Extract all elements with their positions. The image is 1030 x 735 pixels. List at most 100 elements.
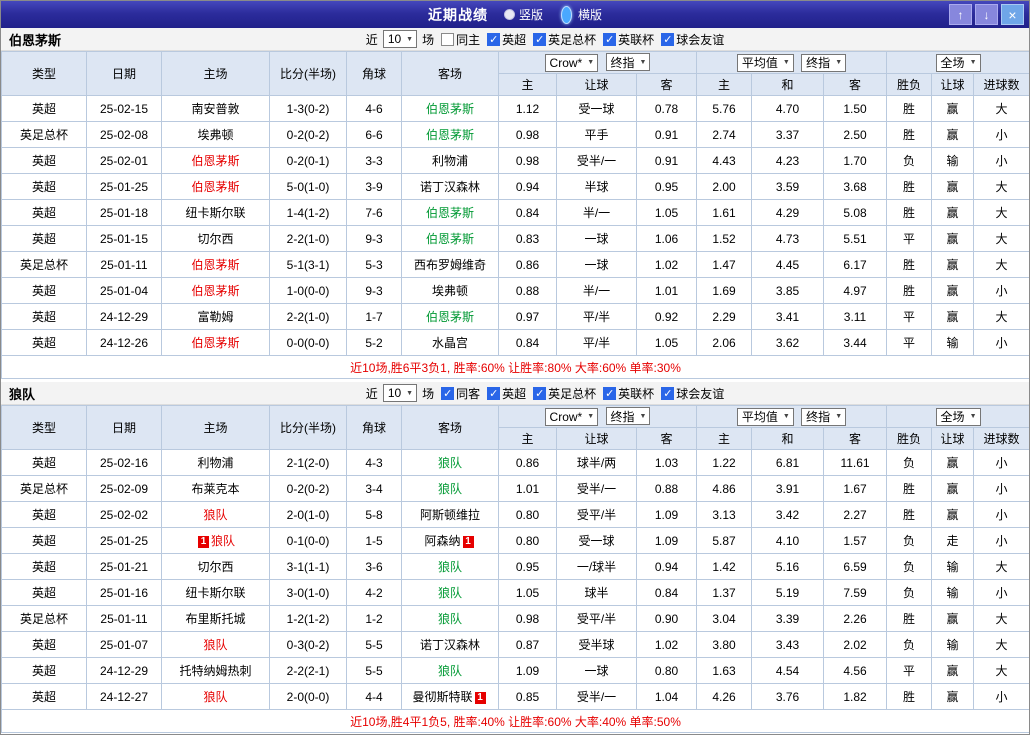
match-row: 英超 25-01-16 纽卡斯尔联 3-0(1-0) 4-2 狼队 1.05 球半 0.84 1.… xyxy=(1,579,1029,606)
layout-vertical-radio[interactable]: 竖版 xyxy=(503,6,543,23)
league-checkbox-league-cup[interactable]: 英联杯 xyxy=(603,31,654,48)
match-row: 英超 25-01-25 伯恩茅斯 5-0(1-0) 3-9 诺丁汉森林 0.94 半球 0.95… xyxy=(1,173,1029,200)
handicap-away-odds: 1.02 xyxy=(636,631,697,658)
score: 2-0(1-0) xyxy=(269,501,347,528)
result-handicap: 输 xyxy=(931,579,975,606)
avg-draw-odds: 3.76 xyxy=(751,683,824,710)
avg-home-odds: 1.47 xyxy=(696,251,752,278)
avg-draw-odds: 3.91 xyxy=(751,475,824,502)
scroll-down-button[interactable]: ↓ xyxy=(975,4,998,25)
handicap-line: 受半/一 xyxy=(556,475,637,502)
match-count-select[interactable]: 10 ▼ xyxy=(382,384,418,402)
avg-away-odds: 1.57 xyxy=(822,527,888,554)
checkbox-icon xyxy=(603,32,617,46)
matches-table: 类型 日期 主场 比分(半场) 角球 客场 Crow* ▼ 终指 ▼ 平均值 ▼ 终指… xyxy=(1,51,1029,379)
scope-select[interactable]: 全场 ▼ xyxy=(935,53,981,72)
score: 1-3(0-2) xyxy=(269,95,347,122)
home-team-cell: 托特纳姆热刺 xyxy=(161,657,270,684)
match-row: 英超 24-12-26 伯恩茅斯 0-0(0-0) 5-2 水晶宫 0.84 平/半 1.05 2… xyxy=(1,329,1029,356)
avg-away-odds: 4.56 xyxy=(822,657,888,684)
home-team-name: 埃弗顿 xyxy=(197,128,234,142)
league-checkbox-fa-cup[interactable]: 英足总杯 xyxy=(533,385,596,402)
handicap-line: 球半 xyxy=(556,579,637,606)
corners: 3-4 xyxy=(346,475,402,502)
away-team-cell: 伯恩茅斯 xyxy=(401,95,499,122)
league-checkbox-premier-league[interactable]: 英超 xyxy=(487,31,526,48)
result-goals: 小 xyxy=(973,121,1029,148)
handicap-away-odds: 0.80 xyxy=(636,657,697,684)
scope-select[interactable]: 全场 ▼ xyxy=(935,407,981,426)
result-handicap: 输 xyxy=(931,631,975,658)
corners: 4-4 xyxy=(346,683,402,710)
odds-index-select[interactable]: 终指 ▼ xyxy=(605,53,651,72)
chevron-down-icon: ▼ xyxy=(969,413,977,420)
result-wdl: 胜 xyxy=(886,95,933,122)
avg-index-select[interactable]: 终指 ▼ xyxy=(801,53,847,72)
avg-home-odds: 1.42 xyxy=(696,553,752,580)
handicap-odds-group: Crow* ▼ 终指 ▼ xyxy=(498,405,697,428)
handicap-away-odds: 0.90 xyxy=(636,605,697,632)
handicap-line: 受半/一 xyxy=(556,147,637,174)
col-handicap-result: 让球 xyxy=(931,73,975,96)
avg-odds-group: 平均值 ▼ 终指 ▼ xyxy=(695,51,888,74)
result-handicap: 赢 xyxy=(931,683,975,710)
result-handicap: 赢 xyxy=(931,173,975,200)
handicap-away-odds: 0.91 xyxy=(636,121,697,148)
avg-away-odds: 6.17 xyxy=(822,251,888,278)
scroll-up-button[interactable]: ↑ xyxy=(949,4,972,25)
col-corner: 角球 xyxy=(346,51,402,96)
result-wdl: 负 xyxy=(886,631,933,658)
away-team-name: 狼队 xyxy=(437,586,462,600)
col-score: 比分(半场) xyxy=(269,405,347,450)
avg-index-select[interactable]: 终指 ▼ xyxy=(801,407,847,426)
bookmaker-select[interactable]: Crow* ▼ xyxy=(544,53,599,72)
away-team-cell: 狼队 xyxy=(401,553,499,580)
home-team-cell: 伯恩茅斯 xyxy=(161,329,270,356)
away-team-cell: 狼队 xyxy=(401,475,499,502)
league-checkbox-friendly[interactable]: 球会友谊 xyxy=(661,385,724,402)
result-handicap: 赢 xyxy=(931,251,975,278)
layout-horizontal-radio[interactable]: 横版 xyxy=(559,5,603,24)
layout-horizontal-label: 横版 xyxy=(578,8,603,22)
league-badge: 英超 xyxy=(1,173,87,200)
close-button[interactable]: × xyxy=(1001,4,1024,25)
league-checkbox-premier-league[interactable]: 英超 xyxy=(487,385,526,402)
score: 2-2(2-1) xyxy=(269,657,347,684)
league-badge: 英超 xyxy=(1,657,87,684)
league-checkbox-league-cup[interactable]: 英联杯 xyxy=(603,385,654,402)
away-team-cell: 伯恩茅斯 xyxy=(401,199,499,226)
match-count-select[interactable]: 10 ▼ xyxy=(382,30,418,48)
avg-source-select[interactable]: 平均值 ▼ xyxy=(736,407,794,426)
checkbox-icon xyxy=(603,386,617,400)
result-handicap: 赢 xyxy=(931,449,975,476)
league-label: 球会友谊 xyxy=(676,386,725,401)
score: 1-0(0-0) xyxy=(269,277,347,304)
result-goals: 小 xyxy=(973,449,1029,476)
handicap-line: 平/半 xyxy=(556,303,637,330)
corners: 1-7 xyxy=(346,303,402,330)
bookmaker-select[interactable]: Crow* ▼ xyxy=(544,407,599,426)
col-handicap-result: 让球 xyxy=(931,427,975,450)
league-checkbox-friendly[interactable]: 球会友谊 xyxy=(661,31,724,48)
corners: 7-6 xyxy=(346,199,402,226)
filters-bar: 近 10 ▼ 场 同主 英超 英足总杯 xyxy=(366,30,724,48)
result-wdl: 胜 xyxy=(886,605,933,632)
same-venue-checkbox[interactable]: 同主 xyxy=(441,31,480,48)
window-buttons: ↑ ↓ × xyxy=(949,4,1024,25)
col-wdl: 胜负 xyxy=(886,73,933,96)
match-date: 25-01-11 xyxy=(86,251,162,278)
home-team-cell: 切尔西 xyxy=(161,553,270,580)
result-handicap: 赢 xyxy=(931,199,975,226)
away-team-name: 曼彻斯特联 xyxy=(412,690,473,704)
same-venue-label: 同客 xyxy=(456,386,481,401)
home-team-cell: 伯恩茅斯 xyxy=(161,251,270,278)
avg-source-select[interactable]: 平均值 ▼ xyxy=(736,53,794,72)
league-badge: 英足总杯 xyxy=(1,605,87,632)
league-checkbox-fa-cup[interactable]: 英足总杯 xyxy=(533,31,596,48)
same-venue-checkbox[interactable]: 同客 xyxy=(441,385,480,402)
odds-index-select[interactable]: 终指 ▼ xyxy=(605,407,651,426)
avg-home-odds: 1.22 xyxy=(696,449,752,476)
home-team-name: 布里斯托城 xyxy=(185,612,246,626)
league-badge: 英超 xyxy=(1,501,87,528)
avg-home-odds: 2.29 xyxy=(696,303,752,330)
